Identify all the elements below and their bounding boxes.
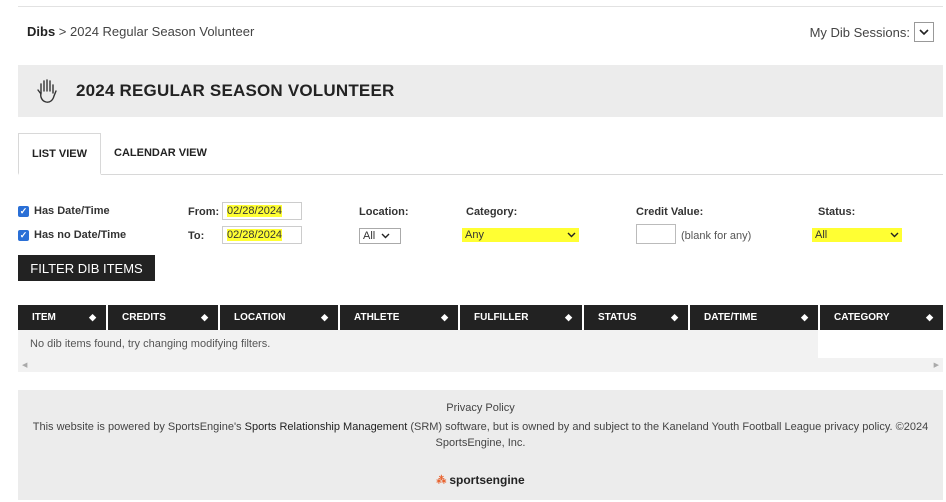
chevron-down-icon xyxy=(381,233,390,239)
sportsengine-logo-text: sportsengine xyxy=(449,473,525,487)
category-value: Any xyxy=(465,229,484,241)
sort-icon: ◆ xyxy=(89,312,96,322)
sort-icon: ◆ xyxy=(565,312,572,322)
filter-dib-items-button[interactable]: FILTER DIB ITEMS xyxy=(18,255,155,281)
sort-icon: ◆ xyxy=(926,312,933,322)
page-header: 2024 REGULAR SEASON VOLUNTEER xyxy=(18,65,943,117)
has-date-checkbox[interactable]: ✓ Has Date/Time xyxy=(18,205,110,217)
column-header-credits[interactable]: CREDITS ◆ xyxy=(108,305,220,330)
credit-value-hint: (blank for any) xyxy=(681,230,752,242)
view-tabs: LIST VIEW CALENDAR VIEW xyxy=(18,133,943,175)
column-header-date-time[interactable]: DATE/TIME ◆ xyxy=(690,305,820,330)
sort-icon: ◆ xyxy=(671,312,678,322)
status-value: All xyxy=(815,229,828,241)
location-label: Location: xyxy=(359,206,409,218)
dib-sessions-select[interactable]: My Dib Sessions: xyxy=(810,22,934,42)
sort-icon: ◆ xyxy=(441,312,448,322)
breadcrumb: Dibs > 2024 Regular Season Volunteer xyxy=(27,24,254,39)
column-header-status[interactable]: STATUS ◆ xyxy=(584,305,690,330)
breadcrumb-separator: > xyxy=(55,24,70,39)
table-header: ITEM ◆ CREDITS ◆ LOCATION ◆ ATHLETE ◆ FULFIL… xyxy=(18,305,943,330)
status-select[interactable]: All xyxy=(812,228,902,242)
footer: Privacy Policy This website is powered b… xyxy=(18,390,943,500)
dib-items-table: ITEM ◆ CREDITS ◆ LOCATION ◆ ATHLETE ◆ FULFIL… xyxy=(18,305,943,372)
breadcrumb-current: 2024 Regular Season Volunteer xyxy=(70,24,255,39)
column-header-athlete[interactable]: ATHLETE ◆ xyxy=(340,305,460,330)
check-icon: ✓ xyxy=(18,229,29,241)
credit-value-label: Credit Value: xyxy=(636,206,704,218)
status-label: Status: xyxy=(818,206,856,218)
page-title: 2024 REGULAR SEASON VOLUNTEER xyxy=(76,81,395,100)
from-label: From: xyxy=(188,206,220,218)
sportsengine-logo-icon: ⁂ xyxy=(436,474,447,486)
from-date-value: 02/28/2024 xyxy=(227,205,283,217)
srm-link[interactable]: Sports Relationship Management xyxy=(245,421,408,433)
horizontal-scrollbar[interactable]: ◀ ▶ xyxy=(18,358,943,372)
column-header-category[interactable]: CATEGORY ◆ xyxy=(820,305,943,330)
location-select[interactable]: All xyxy=(359,228,401,244)
empty-table-message: No dib items found, try changing modifyi… xyxy=(18,330,818,358)
credit-value-input[interactable] xyxy=(636,224,676,244)
location-value: All xyxy=(363,230,376,242)
top-divider xyxy=(18,6,943,7)
category-label: Category: xyxy=(466,206,518,218)
check-icon: ✓ xyxy=(18,205,29,217)
dib-sessions-label: My Dib Sessions: xyxy=(809,24,910,40)
sportsengine-logo[interactable]: ⁂ sportsengine xyxy=(18,473,943,487)
column-header-location[interactable]: LOCATION ◆ xyxy=(220,305,340,330)
hand-icon xyxy=(32,76,62,106)
scroll-right-icon[interactable]: ▶ xyxy=(934,361,939,369)
to-date-value: 02/28/2024 xyxy=(227,229,283,241)
breadcrumb-root-link[interactable]: Dibs xyxy=(27,24,55,39)
chevron-down-icon[interactable] xyxy=(914,22,934,42)
tab-list-view[interactable]: LIST VIEW xyxy=(18,133,101,175)
no-date-label: Has no Date/Time xyxy=(34,229,127,241)
sort-icon: ◆ xyxy=(801,312,808,322)
tab-calendar-view[interactable]: CALENDAR VIEW xyxy=(101,133,220,174)
has-date-label: Has Date/Time xyxy=(34,205,110,217)
scroll-left-icon[interactable]: ◀ xyxy=(22,361,27,369)
no-date-checkbox[interactable]: ✓ Has no Date/Time xyxy=(18,229,126,241)
column-header-fulfiller[interactable]: FULFILLER ◆ xyxy=(460,305,584,330)
column-header-item[interactable]: ITEM ◆ xyxy=(18,305,108,330)
powered-by-text: This website is powered by SportsEngine'… xyxy=(32,421,929,449)
sort-icon: ◆ xyxy=(201,312,208,322)
privacy-policy-link[interactable]: Privacy Policy xyxy=(18,402,943,414)
from-date-input[interactable]: 02/28/2024 xyxy=(222,202,302,220)
to-label: To: xyxy=(188,230,205,242)
to-date-input[interactable]: 02/28/2024 xyxy=(222,226,302,244)
chevron-down-icon xyxy=(890,232,899,238)
chevron-down-icon xyxy=(567,232,576,238)
category-select[interactable]: Any xyxy=(462,228,579,242)
sort-icon: ◆ xyxy=(321,312,328,322)
